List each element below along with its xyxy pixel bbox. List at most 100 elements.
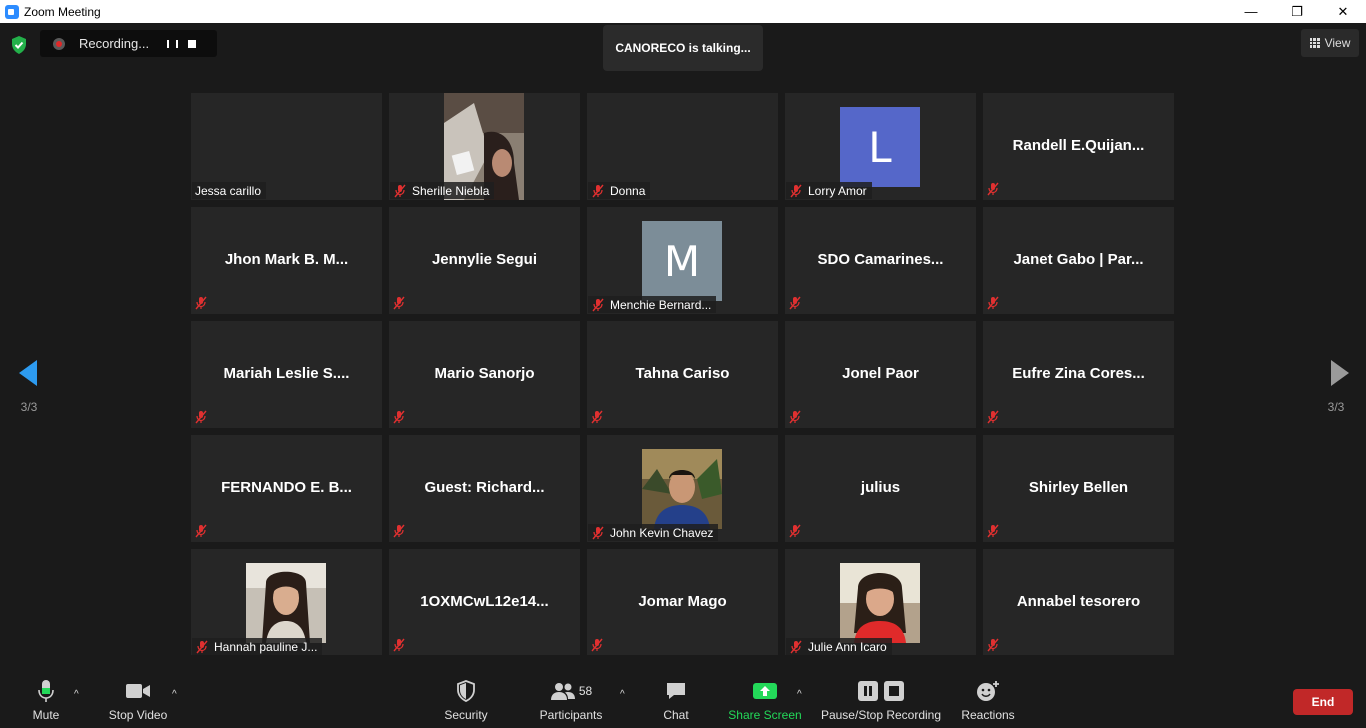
participant-label: Julie Ann Icaro xyxy=(786,638,892,655)
security-button[interactable]: Security xyxy=(441,655,491,728)
participant-tile[interactable]: Tahna Cariso xyxy=(587,321,778,428)
participant-tile[interactable]: Janet Gabo | Par... xyxy=(983,207,1174,314)
participant-tile[interactable]: Jennylie Segui xyxy=(389,207,580,314)
restore-button[interactable]: ❐ xyxy=(1274,0,1320,23)
participant-tile[interactable]: Shirley Bellen xyxy=(983,435,1174,542)
participant-tile[interactable]: Jessa carillo xyxy=(191,93,382,200)
share-options-chevron-icon[interactable]: ^ xyxy=(797,689,802,700)
participant-video xyxy=(246,563,326,643)
participants-button[interactable]: 58 Participants xyxy=(538,655,604,728)
participant-tile[interactable]: Guest: Richard... xyxy=(389,435,580,542)
participant-label: Sherille Niebla xyxy=(390,182,495,199)
video-options-chevron-icon[interactable]: ^ xyxy=(172,689,177,700)
participants-label: Participants xyxy=(539,708,603,722)
participant-name: Mario Sanorjo xyxy=(434,365,535,382)
participant-name: Eufre Zina Cores... xyxy=(1012,365,1145,382)
participant-tile[interactable]: Jomar Mago xyxy=(587,549,778,656)
chat-bubble-icon xyxy=(667,683,685,699)
participant-tile[interactable]: Mario Sanorjo xyxy=(389,321,580,428)
stop-video-button[interactable]: Stop Video xyxy=(105,655,171,728)
muted-microphone-icon xyxy=(986,296,1000,310)
participant-label-text: Hannah pauline J... xyxy=(214,639,318,654)
meeting-toolbar: Mute ^ Stop Video ^ Security 58 Particip… xyxy=(0,655,1366,728)
participant-tile[interactable]: Eufre Zina Cores... xyxy=(983,321,1174,428)
muted-microphone-icon xyxy=(393,184,407,198)
reactions-label: Reactions xyxy=(961,708,1015,722)
muted-microphone-icon xyxy=(195,640,209,654)
participant-label: Hannah pauline J... xyxy=(192,638,323,655)
reactions-button[interactable]: Reactions xyxy=(961,655,1015,728)
muted-microphone-icon xyxy=(194,296,208,310)
reactions-smiley-icon xyxy=(977,681,999,701)
participants-options-chevron-icon[interactable]: ^ xyxy=(620,689,625,700)
participant-tile[interactable]: Jhon Mark B. M... xyxy=(191,207,382,314)
video-camera-icon xyxy=(126,684,150,698)
participant-tile[interactable]: SDO Camarines... xyxy=(785,207,976,314)
zoom-app-icon xyxy=(5,4,19,19)
mute-label: Mute xyxy=(32,708,60,722)
encryption-shield-icon[interactable] xyxy=(8,34,30,56)
recording-indicator: Recording... xyxy=(40,30,217,57)
security-label: Security xyxy=(444,708,488,722)
window-title: Zoom Meeting xyxy=(24,4,101,19)
muted-microphone-icon xyxy=(194,410,208,424)
participant-label-text: Julie Ann Icaro xyxy=(808,639,887,654)
participant-tile[interactable]: Donna xyxy=(587,93,778,200)
participant-label: Jessa carillo xyxy=(192,182,267,199)
participant-tile[interactable]: L Lorry Amor xyxy=(785,93,976,200)
page-indicator-left: 3/3 xyxy=(20,400,38,414)
microphone-icon xyxy=(38,680,54,702)
participant-tile[interactable]: Hannah pauline J... xyxy=(191,549,382,656)
muted-microphone-icon xyxy=(392,524,406,538)
muted-microphone-icon xyxy=(789,184,803,198)
participant-name: Guest: Richard... xyxy=(424,479,545,496)
participant-label-text: Jessa carillo xyxy=(195,183,262,198)
participant-label: Menchie Bernard... xyxy=(588,296,717,313)
end-meeting-button[interactable]: End xyxy=(1293,689,1353,715)
muted-microphone-icon xyxy=(591,526,605,540)
stop-icon xyxy=(884,681,904,701)
minimize-button[interactable]: — xyxy=(1228,0,1274,23)
participant-tile[interactable]: M Menchie Bernard... xyxy=(587,207,778,314)
mute-button[interactable]: Mute xyxy=(26,655,66,728)
participant-name: Shirley Bellen xyxy=(1028,479,1129,496)
participant-name: FERNANDO E. B... xyxy=(221,479,352,496)
participant-tile[interactable]: Sherille Niebla xyxy=(389,93,580,200)
muted-microphone-icon xyxy=(788,524,802,538)
view-button[interactable]: View xyxy=(1301,29,1359,57)
page-indicator-right: 3/3 xyxy=(1327,400,1345,414)
participant-avatar: L xyxy=(840,107,920,187)
participant-label-text: Sherille Niebla xyxy=(412,183,490,198)
participant-label: John Kevin Chavez xyxy=(588,524,719,541)
chat-button[interactable]: Chat xyxy=(656,655,696,728)
participant-tile[interactable]: Mariah Leslie S.... xyxy=(191,321,382,428)
participant-tile[interactable]: Randell E.Quijan... xyxy=(983,93,1174,200)
stop-recording-icon[interactable] xyxy=(185,37,199,51)
security-shield-icon xyxy=(457,680,475,702)
next-page-arrow-icon[interactable] xyxy=(1323,358,1353,388)
participant-tile[interactable]: FERNANDO E. B... xyxy=(191,435,382,542)
participant-name: Jennylie Segui xyxy=(431,251,538,268)
muted-microphone-icon xyxy=(590,410,604,424)
muted-microphone-icon xyxy=(392,296,406,310)
pause-recording-icon[interactable] xyxy=(165,37,179,51)
participant-name: Tahna Cariso xyxy=(635,365,730,382)
muted-microphone-icon xyxy=(788,296,802,310)
share-screen-button[interactable]: Share Screen xyxy=(728,655,802,728)
participant-tile[interactable]: julius xyxy=(785,435,976,542)
participant-tile[interactable]: 1OXMCwL12e14... xyxy=(389,549,580,656)
pause-icon xyxy=(858,681,878,701)
participant-tile[interactable]: Annabel tesorero xyxy=(983,549,1174,656)
muted-microphone-icon xyxy=(986,182,1000,196)
audio-options-chevron-icon[interactable]: ^ xyxy=(74,689,79,700)
participant-label-text: Donna xyxy=(610,183,646,198)
pause-stop-recording-button[interactable]: Pause/Stop Recording xyxy=(820,655,942,728)
close-button[interactable]: ✕ xyxy=(1320,0,1366,23)
participant-tile[interactable]: Jonel Paor xyxy=(785,321,976,428)
participant-tile[interactable]: Julie Ann Icaro xyxy=(785,549,976,656)
recording-label: Recording... xyxy=(79,36,150,51)
participant-tile[interactable]: John Kevin Chavez xyxy=(587,435,778,542)
muted-microphone-icon xyxy=(986,524,1000,538)
muted-microphone-icon xyxy=(788,410,802,424)
previous-page-arrow-icon[interactable] xyxy=(15,358,45,388)
